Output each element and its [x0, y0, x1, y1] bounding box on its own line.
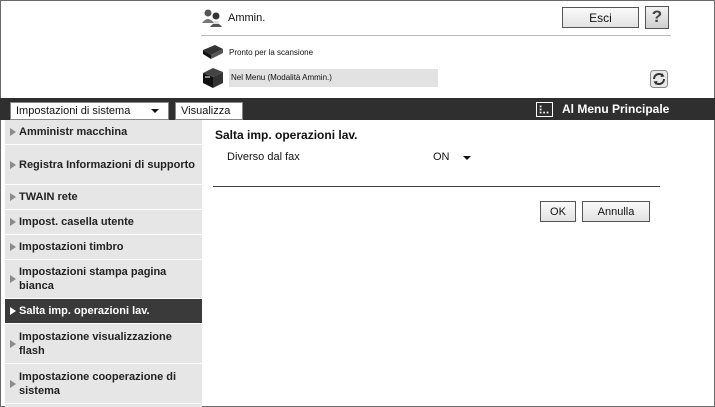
ok-button[interactable]: OK: [540, 201, 576, 222]
arrow-right-icon: [10, 160, 16, 169]
view-tab[interactable]: Visualizza: [175, 102, 243, 120]
admin-user-icon: [202, 9, 222, 27]
sidebar-item-label: Impostazione cooperazione di sistema: [19, 370, 177, 397]
cancel-button[interactable]: Annulla: [582, 201, 650, 222]
header-divider: [201, 35, 671, 36]
chevron-down-icon: [151, 109, 159, 113]
user-info: Ammin.: [201, 8, 265, 28]
machine-icon: [203, 68, 223, 88]
sidebar-item-label: Impostazioni timbro: [19, 241, 124, 253]
user-label: Ammin.: [228, 12, 266, 24]
arrow-right-icon: [10, 193, 16, 201]
sidebar-item-registra-informazioni[interactable]: Registra Informazioni di supporto: [5, 145, 202, 185]
sidebar-item-label: Impostazioni stampa pagina bianca: [19, 266, 167, 292]
sidebar-item-casella-utente[interactable]: Impost. casella utente: [5, 210, 202, 235]
non-fax-select[interactable]: ON: [430, 149, 475, 166]
scanner-icon: [203, 45, 223, 59]
content-divider: [213, 186, 660, 187]
arrow-right-icon: [10, 339, 16, 348]
help-button[interactable]: ?: [645, 6, 669, 29]
sidebar-item-label: Amministr macchina: [19, 126, 128, 138]
sidebar-item-amministr-macchina[interactable]: Amministr macchina: [5, 120, 202, 145]
logout-button[interactable]: Esci: [562, 7, 639, 28]
sidebar-item-label: Impost. casella utente: [19, 216, 134, 228]
menu-status: Nel Menu (Modalità Ammin.): [201, 67, 438, 89]
system-settings-select-value: Impostazioni di sistema: [16, 105, 131, 117]
arrow-right-icon: [10, 128, 16, 136]
arrow-right-icon: [10, 275, 16, 283]
non-fax-select-value: ON: [433, 151, 450, 163]
sidebar-item-label: Impostazione visualizzazione flash: [19, 330, 172, 357]
sidebar-item-label: Salta imp. operazioni lav.: [19, 305, 150, 317]
sidebar-item-salta-operazioni[interactable]: Salta imp. operazioni lav.: [5, 299, 202, 324]
sidebar: Amministr macchina Registra Informazioni…: [5, 120, 202, 407]
scan-status: Pronto per la scansione: [201, 44, 313, 60]
chevron-down-icon: [463, 156, 471, 160]
non-fax-label: Diverso dal fax: [227, 151, 300, 163]
sidebar-item-cooperazione-sistema[interactable]: Impostazione cooperazione di sistema: [5, 364, 202, 404]
system-settings-select[interactable]: Impostazioni di sistema: [10, 102, 169, 120]
sidebar-item-visualizzazione-flash[interactable]: Impostazione visualizzazione flash: [5, 324, 202, 364]
arrow-right-icon: [10, 243, 16, 251]
refresh-icon[interactable]: [650, 70, 668, 88]
menu-status-text: Nel Menu (Modalità Ammin.): [229, 69, 438, 87]
sidebar-item-label: Registra Informazioni di supporto: [19, 158, 196, 171]
sidebar-item-stampa-pagina-bianca[interactable]: Impostazioni stampa pagina bianca: [5, 260, 202, 299]
arrow-right-icon: [10, 218, 16, 226]
sidebar-item-impostazioni-timbro[interactable]: Impostazioni timbro: [5, 235, 202, 260]
scan-status-text: Pronto per la scansione: [229, 47, 314, 57]
main-menu-link[interactable]: Al Menu Principale: [536, 100, 669, 118]
sidebar-item-twain-rete[interactable]: TWAIN rete: [5, 185, 202, 210]
arrow-right-icon: [10, 379, 16, 388]
arrow-right-icon: [10, 307, 16, 315]
main-menu-label: Al Menu Principale: [562, 102, 670, 116]
page-title: Salta imp. operazioni lav.: [215, 128, 358, 142]
menu-grid-icon: [536, 101, 553, 117]
sidebar-item-label: TWAIN rete: [19, 191, 78, 203]
